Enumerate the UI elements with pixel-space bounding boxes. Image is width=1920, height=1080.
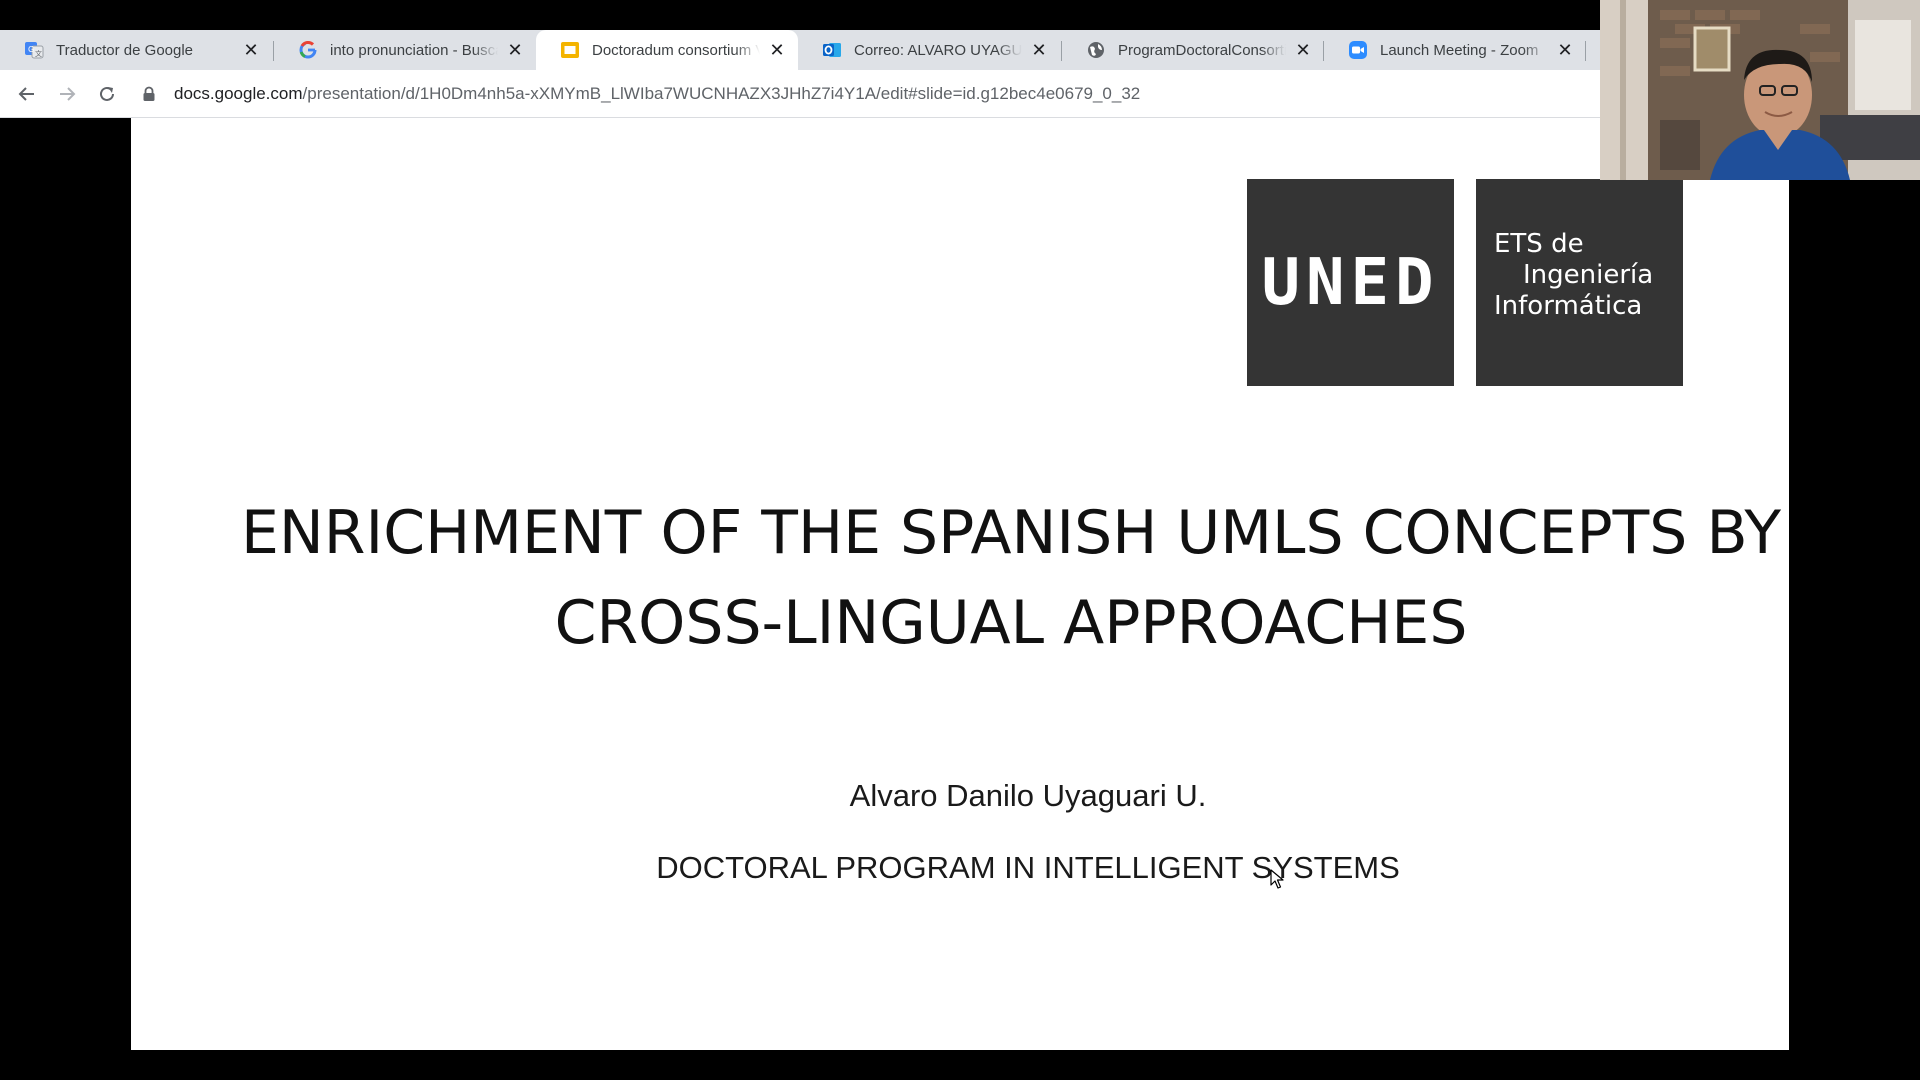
tab-label: Correo: ALVARO UYAGUARI: [854, 41, 1022, 59]
mouse-cursor-icon: [1270, 869, 1284, 889]
tab-slides[interactable]: Doctoradum consortium V6 ✕: [536, 30, 798, 70]
tab-separator: [1585, 41, 1586, 61]
uned-logo: UNED: [1247, 179, 1454, 386]
tab-label: Launch Meeting - Zoom: [1380, 41, 1539, 59]
top-black-bar: [0, 0, 1600, 30]
close-icon[interactable]: ✕: [504, 39, 526, 61]
slide-program: DOCTORAL PROGRAM IN INTELLIGENT SYSTEMS: [656, 850, 1400, 885]
tab-outlook[interactable]: Correo: ALVARO UYAGUARI ✕: [798, 30, 1060, 70]
tab-program[interactable]: ProgramDoctoralConsortium ✕: [1062, 30, 1324, 70]
tab-label: ProgramDoctoralConsortium: [1118, 41, 1286, 59]
tab-strip: G文 Traductor de Google ✕ into pronunciat…: [0, 30, 1600, 70]
google-translate-icon: G文: [24, 40, 44, 60]
lock-icon: [140, 85, 158, 103]
presenter-video-image: [1600, 0, 1920, 180]
svg-text:G: G: [28, 45, 34, 54]
ets-ingenieria-logo: ETS de Ingeniería Informática: [1476, 179, 1683, 386]
slide-title: ENRICHMENT OF THE SPANISH UMLS CONCEPTS …: [211, 488, 1811, 668]
tab-search[interactable]: into pronunciation - Buscar ✕: [274, 30, 536, 70]
reload-button[interactable]: [93, 80, 121, 108]
address-bar[interactable]: docs.google.com/presentation/d/1H0Dm4nh5…: [140, 76, 1598, 112]
back-arrow-icon: [18, 87, 34, 101]
ets-logo-line: ETS de: [1494, 229, 1584, 259]
outlook-icon: [822, 40, 842, 60]
tab-label: into pronunciation - Buscar: [330, 41, 498, 59]
presentation-slide: UNED ETS de Ingeniería Informática ENRIC…: [131, 118, 1789, 1050]
uned-logo-text: UNED: [1261, 245, 1440, 320]
webcam-video-feed: [1600, 0, 1920, 180]
forward-arrow-icon: [60, 87, 76, 101]
close-icon[interactable]: ✕: [1028, 39, 1050, 61]
google-slides-icon: [560, 40, 580, 60]
google-g-icon: [298, 40, 318, 60]
tab-label: Traductor de Google: [56, 41, 194, 59]
globe-icon: [1086, 40, 1106, 60]
url-path: /presentation/d/1H0Dm4nh5a-xXMYmB_LlWIba…: [302, 84, 1141, 103]
reload-icon: [100, 86, 114, 101]
back-button[interactable]: [13, 80, 41, 108]
close-icon[interactable]: ✕: [1554, 39, 1576, 61]
address-toolbar: docs.google.com/presentation/d/1H0Dm4nh5…: [0, 70, 1600, 118]
slide-title-line: ENRICHMENT OF THE SPANISH UMLS CONCEPTS …: [241, 498, 1781, 568]
close-icon[interactable]: ✕: [240, 39, 262, 61]
slide-title-line: CROSS-LINGUAL APPROACHES: [554, 588, 1468, 658]
forward-button[interactable]: [53, 80, 81, 108]
tab-zoom[interactable]: Launch Meeting - Zoom ✕: [1324, 30, 1586, 70]
url-host: docs.google.com: [174, 84, 303, 103]
zoom-icon: [1348, 40, 1368, 60]
close-icon[interactable]: ✕: [766, 39, 788, 61]
browser-chrome: G文 Traductor de Google ✕ into pronunciat…: [0, 30, 1600, 118]
slide-author: Alvaro Danilo Uyaguari U.: [849, 778, 1207, 813]
svg-text:文: 文: [35, 49, 42, 58]
tab-label: Doctoradum consortium V6: [592, 41, 760, 59]
close-icon[interactable]: ✕: [1292, 39, 1314, 61]
ets-logo-line: Informática: [1494, 291, 1643, 321]
ets-logo-line: Ingeniería: [1523, 260, 1654, 290]
tab-google-translate[interactable]: G文 Traductor de Google ✕: [0, 30, 272, 70]
